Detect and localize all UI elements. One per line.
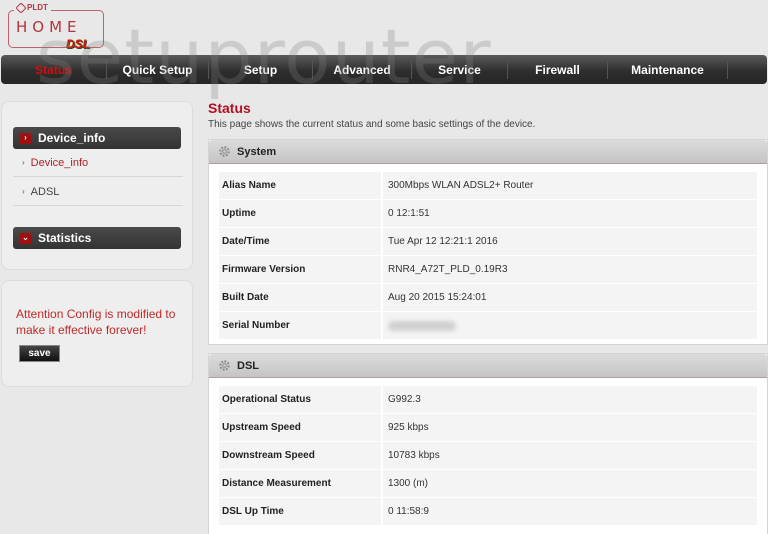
dsl-section: DSL Operational Status G992.3 Upstream S… xyxy=(208,353,768,534)
row-label: Distance Measurement xyxy=(219,470,381,498)
gear-icon xyxy=(217,359,231,373)
row-value: 10783 kbps xyxy=(383,442,757,470)
row-value-redacted xyxy=(383,312,757,340)
system-table: Alias Name 300Mbps WLAN ADSL2+ Router Up… xyxy=(209,164,767,340)
nav-firewall[interactable]: Firewall xyxy=(508,60,608,79)
page-description: This page shows the current status and s… xyxy=(208,119,536,130)
system-section: System Alias Name 300Mbps WLAN ADSL2+ Ro… xyxy=(208,139,768,345)
row-value: 300Mbps WLAN ADSL2+ Router xyxy=(383,172,757,200)
page-title: Status xyxy=(208,100,251,116)
row-label: Upstream Speed xyxy=(219,414,381,442)
logo-sub: DSL xyxy=(66,37,90,51)
sidebar-item-adsl[interactable]: › ADSL xyxy=(13,178,183,206)
table-row: Alias Name 300Mbps WLAN ADSL2+ Router xyxy=(219,172,757,200)
table-row: Downstream Speed 10783 kbps xyxy=(219,442,757,470)
table-row: DSL Up Time 0 11:58:9 xyxy=(219,498,757,526)
nav-service[interactable]: Service xyxy=(412,60,508,79)
redacted-serial xyxy=(388,320,456,331)
row-value: Aug 20 2015 15:24:01 xyxy=(383,284,757,312)
menu-group-device-info[interactable]: › Device_info xyxy=(13,127,181,149)
menu-group-label: Statistics xyxy=(38,231,92,245)
sidebar-item-label: ADSL xyxy=(30,185,60,198)
sidebar-item-label: Device_info xyxy=(30,156,89,169)
row-label: Downstream Speed xyxy=(219,442,381,470)
save-button[interactable]: save xyxy=(19,345,60,362)
chevron-right-icon: › xyxy=(20,132,31,144)
row-value: 925 kbps xyxy=(383,414,757,442)
dsl-section-header: DSL xyxy=(209,354,767,378)
row-value: 0 12:1:51 xyxy=(383,200,757,228)
system-section-header: System xyxy=(209,140,767,164)
row-label: Built Date xyxy=(219,284,381,312)
table-row: Date/Time Tue Apr 12 12:21:1 2016 xyxy=(219,228,757,256)
logo-company: PLDT xyxy=(14,1,51,14)
table-row: Upstream Speed 925 kbps xyxy=(219,414,757,442)
nav-maintenance[interactable]: Maintenance xyxy=(608,60,728,79)
attention-message: Attention Config is modified to make it … xyxy=(16,307,176,337)
nav-status[interactable]: Status xyxy=(1,60,107,79)
logo-product: HOME xyxy=(16,18,82,36)
table-row: Serial Number xyxy=(219,312,757,340)
main-nav: Status Quick Setup Setup Advanced Servic… xyxy=(1,55,767,84)
nav-quick-setup[interactable]: Quick Setup xyxy=(107,60,209,79)
dsl-section-title: DSL xyxy=(237,359,259,372)
table-row: Uptime 0 12:1:51 xyxy=(219,200,757,228)
logo-company-text: PLDT xyxy=(27,3,48,12)
brand-logo: PLDT HOME DSL xyxy=(8,1,106,52)
row-label: DSL Up Time xyxy=(219,498,381,526)
row-label: Uptime xyxy=(219,200,381,228)
row-label: Operational Status xyxy=(219,386,381,414)
bullet-icon: › xyxy=(22,187,25,196)
bullet-icon: › xyxy=(22,158,25,167)
row-label: Date/Time xyxy=(219,228,381,256)
dsl-table: Operational Status G992.3 Upstream Speed… xyxy=(209,378,767,526)
row-value: Tue Apr 12 12:21:1 2016 xyxy=(383,228,757,256)
chevron-down-icon: ⌄ xyxy=(20,232,31,244)
row-value: RNR4_A72T_PLD_0.19R3 xyxy=(383,256,757,284)
system-section-title: System xyxy=(237,145,277,158)
row-value: G992.3 xyxy=(383,386,757,414)
nav-advanced[interactable]: Advanced xyxy=(313,60,412,79)
row-label: Alias Name xyxy=(219,172,381,200)
table-row: Operational Status G992.3 xyxy=(219,386,757,414)
row-value: 1300 (m) xyxy=(383,470,757,498)
row-label: Serial Number xyxy=(219,312,381,340)
menu-group-statistics[interactable]: ⌄ Statistics xyxy=(13,227,181,249)
attention-panel: Attention Config is modified to make it … xyxy=(1,280,193,387)
sidebar-menu: › Device_info › Device_info › ADSL ⌄ Sta… xyxy=(1,101,193,270)
row-value: 0 11:58:9 xyxy=(383,498,757,526)
nav-setup[interactable]: Setup xyxy=(209,60,313,79)
sidebar-item-device-info[interactable]: › Device_info xyxy=(13,149,183,177)
menu-group-label: Device_info xyxy=(38,131,106,145)
table-row: Built Date Aug 20 2015 15:24:01 xyxy=(219,284,757,312)
pldt-diamond-icon xyxy=(15,1,27,14)
table-row: Firmware Version RNR4_A72T_PLD_0.19R3 xyxy=(219,256,757,284)
table-row: Distance Measurement 1300 (m) xyxy=(219,470,757,498)
row-label: Firmware Version xyxy=(219,256,381,284)
gear-icon xyxy=(217,145,231,159)
